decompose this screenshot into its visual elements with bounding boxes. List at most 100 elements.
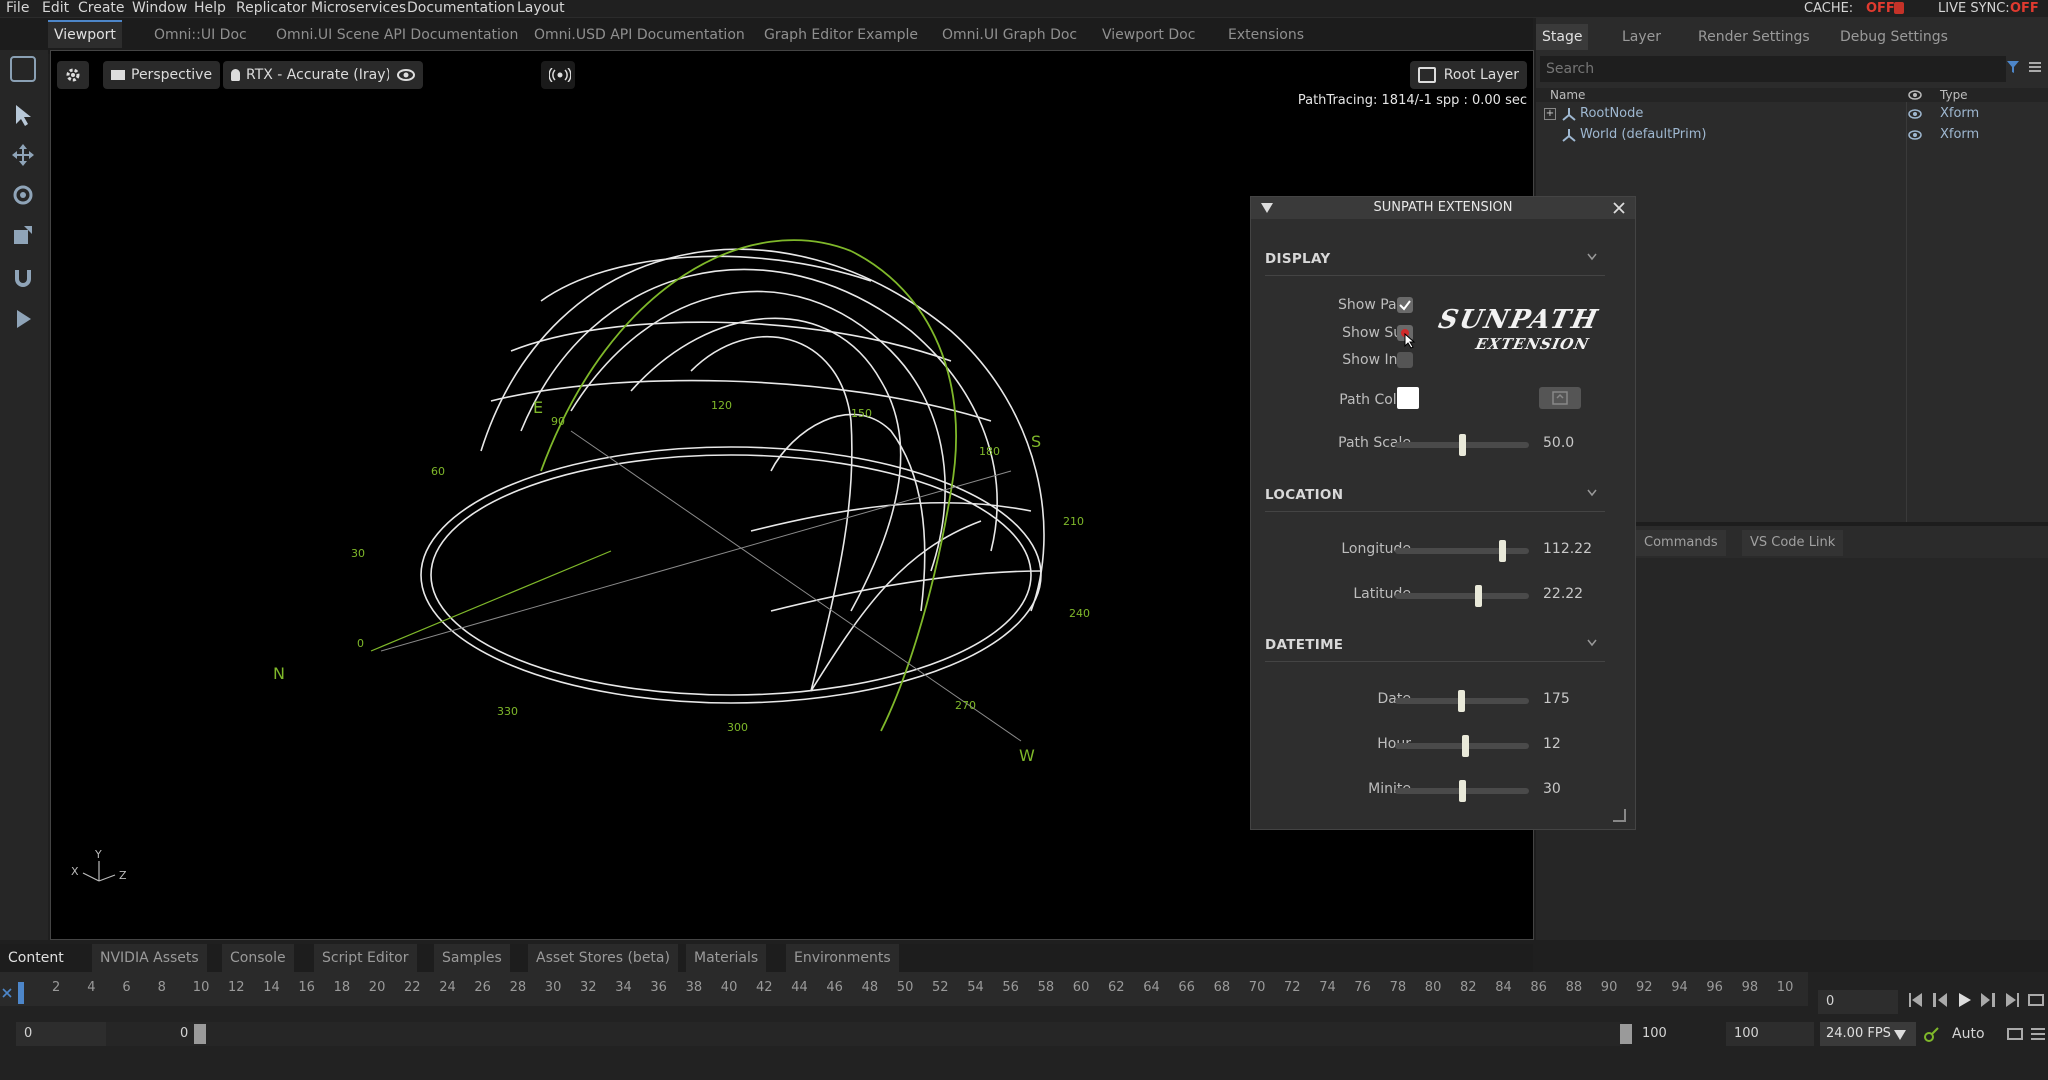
tab-omni-ui-scene-api[interactable]: Omni.UI Scene API Documentation [270, 22, 524, 48]
close-icon[interactable] [2, 988, 12, 998]
tree-row[interactable]: + RootNode Xform [1536, 104, 2048, 124]
tab-commands[interactable]: Commands [1636, 530, 1726, 556]
tab-debug-settings[interactable]: Debug Settings [1834, 24, 1954, 50]
range-bar[interactable]: 0 [106, 1022, 1632, 1046]
step-back-icon[interactable] [1906, 990, 1926, 1010]
section-datetime[interactable]: DATETIME [1265, 637, 1343, 653]
menu-icon[interactable] [2030, 1026, 2046, 1042]
rewind-icon[interactable] [1930, 990, 1950, 1010]
column-type-header[interactable]: Type [1940, 88, 1968, 102]
longitude-slider[interactable] [1395, 540, 1529, 562]
menu-replicator[interactable]: Replicator [236, 0, 306, 17]
live-sync-toggle[interactable]: OFF [2010, 0, 2039, 17]
path-scale-value: 50.0 [1543, 435, 1575, 451]
play-icon[interactable] [1954, 990, 1974, 1010]
expand-icon[interactable]: + [1544, 108, 1556, 120]
chevron-down-icon[interactable] [1587, 253, 1597, 261]
step-forward-icon[interactable] [2002, 990, 2022, 1010]
hour-slider[interactable] [1395, 735, 1529, 757]
tab-console[interactable]: Console [222, 944, 294, 972]
slider-handle[interactable] [1475, 585, 1483, 607]
range-end-handle[interactable] [1620, 1024, 1632, 1044]
show-info-checkbox[interactable] [1397, 352, 1413, 368]
loop-icon[interactable] [2026, 990, 2046, 1010]
timeline[interactable]: 2 4 6 8 10 12 14 16 18 20 22 24 26 28 30 32 34 36 38 40 42 44… [0, 972, 2048, 1080]
tab-content[interactable]: Content [0, 944, 72, 972]
sunpath-title-bar[interactable]: SUNPATH EXTENSION [1251, 197, 1635, 219]
slider-handle[interactable] [1499, 540, 1507, 562]
select-arrow-icon[interactable] [10, 102, 36, 128]
tab-script-editor[interactable]: Script Editor [314, 944, 417, 972]
start-frame-field[interactable]: 0 [16, 1022, 106, 1046]
section-display[interactable]: DISPLAY [1265, 251, 1330, 267]
tab-graph-editor-example[interactable]: Graph Editor Example [758, 22, 924, 48]
minite-slider[interactable] [1395, 780, 1529, 802]
fast-forward-icon[interactable] [1978, 990, 1998, 1010]
resize-grip-icon[interactable] [1611, 807, 1627, 823]
visibility-eye-icon[interactable] [1908, 109, 1922, 119]
tab-render-settings[interactable]: Render Settings [1692, 24, 1816, 50]
tab-omni-ui-graph-doc[interactable]: Omni.UI Graph Doc [936, 22, 1083, 48]
show-path-checkbox[interactable] [1397, 297, 1413, 313]
timeline-tick-label: 78 [1389, 980, 1407, 995]
play-icon[interactable] [10, 306, 36, 332]
tab-layer[interactable]: Layer [1616, 24, 1667, 50]
tab-viewport[interactable]: Viewport [48, 20, 122, 48]
collapse-triangle-icon[interactable] [1261, 203, 1273, 213]
section-location[interactable]: LOCATION [1265, 487, 1343, 503]
fps-dropdown[interactable]: 24.00 FPS [1820, 1022, 1916, 1046]
auto-key-icon[interactable] [1924, 1026, 1940, 1042]
snap-magnet-icon[interactable] [10, 264, 36, 290]
path-color-swatch[interactable] [1397, 387, 1419, 409]
latitude-slider[interactable] [1395, 585, 1529, 607]
chevron-down-icon[interactable] [1587, 489, 1597, 497]
menu-documentation[interactable]: Documentation [407, 0, 515, 17]
range-start-handle[interactable] [194, 1024, 206, 1044]
tab-vs-code-link[interactable]: VS Code Link [1742, 530, 1844, 556]
tab-samples[interactable]: Samples [434, 944, 510, 972]
rotate-icon[interactable] [10, 182, 36, 208]
timeline-tick-label: 82 [1460, 980, 1477, 995]
slider-handle[interactable] [1459, 780, 1466, 802]
end-frame-field[interactable]: 100 [1726, 1022, 1814, 1046]
move-icon[interactable] [10, 142, 36, 168]
tree-row[interactable]: World (defaultPrim) Xform [1536, 125, 2048, 145]
scale-icon[interactable] [10, 222, 36, 248]
tab-viewport-doc[interactable]: Viewport Doc [1096, 22, 1201, 48]
current-frame-field[interactable]: 0 [1818, 990, 1898, 1014]
tab-extensions[interactable]: Extensions [1222, 22, 1310, 48]
tab-nvidia-assets[interactable]: NVIDIA Assets [92, 944, 207, 972]
playhead[interactable] [18, 982, 24, 1004]
options-menu-icon[interactable] [2028, 60, 2042, 74]
slider-handle[interactable] [1459, 434, 1466, 456]
menu-window[interactable]: Window [132, 0, 187, 17]
timeline-ruler[interactable]: 2 4 6 8 10 12 14 16 18 20 22 24 26 28 30 32 34 36 38 40 42 44… [0, 972, 1808, 1006]
tab-asset-stores[interactable]: Asset Stores (beta) [528, 944, 678, 972]
cache-toggle[interactable]: OFF [1866, 0, 1895, 17]
tab-environments[interactable]: Environments [786, 944, 899, 972]
tab-omni-usd-api[interactable]: Omni.USD API Documentation [528, 22, 751, 48]
date-slider[interactable] [1395, 690, 1529, 712]
slider-handle[interactable] [1461, 735, 1469, 757]
menu-edit[interactable]: Edit [42, 0, 69, 17]
auto-label[interactable]: Auto [1952, 1026, 1985, 1042]
color-reset-button[interactable] [1539, 387, 1581, 409]
tab-omni-ui-doc[interactable]: Omni::UI Doc [148, 22, 253, 48]
menu-create[interactable]: Create [78, 0, 125, 17]
select-mode-icon[interactable] [10, 56, 36, 82]
tab-stage[interactable]: Stage [1536, 24, 1589, 50]
stage-search-input[interactable] [1540, 56, 2006, 82]
menu-microservices[interactable]: Microservices [311, 0, 406, 17]
filter-icon[interactable] [2006, 60, 2020, 74]
path-scale-slider[interactable] [1395, 434, 1529, 456]
keyframe-icon[interactable] [2006, 1026, 2024, 1042]
close-icon[interactable] [1613, 202, 1625, 214]
slider-handle[interactable] [1457, 690, 1465, 712]
menu-help[interactable]: Help [194, 0, 226, 17]
visibility-eye-icon[interactable] [1908, 130, 1922, 140]
menu-file[interactable]: File [6, 0, 29, 17]
column-name-header[interactable]: Name [1550, 88, 1585, 102]
tab-materials[interactable]: Materials [686, 944, 767, 972]
chevron-down-icon[interactable] [1587, 639, 1597, 647]
menu-layout[interactable]: Layout [517, 0, 565, 17]
